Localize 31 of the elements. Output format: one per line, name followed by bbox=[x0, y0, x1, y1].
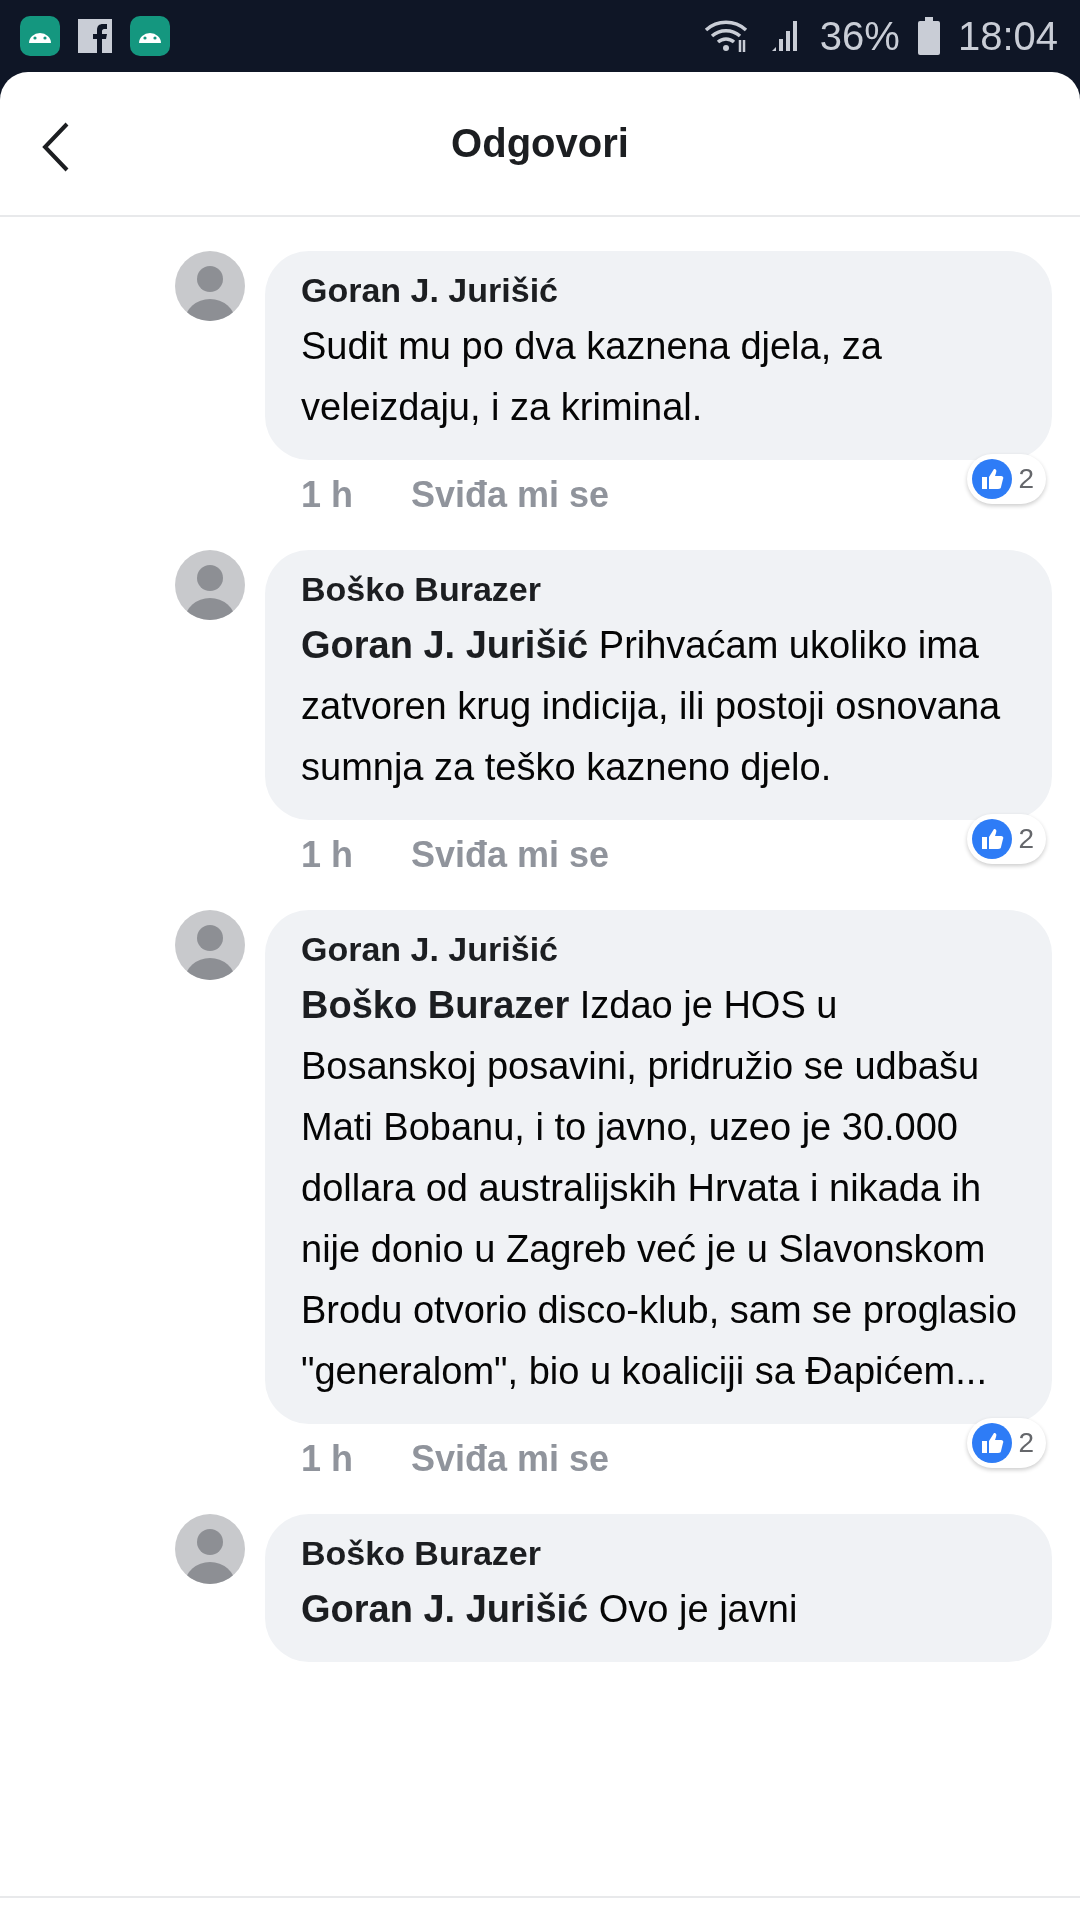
back-icon bbox=[42, 122, 70, 172]
facebook-icon bbox=[78, 19, 112, 53]
author-name[interactable]: Goran J. Jurišić bbox=[301, 930, 1022, 969]
author-name[interactable]: Goran J. Jurišić bbox=[301, 271, 1022, 310]
comment-time: 1 h bbox=[301, 834, 353, 876]
page-title: Odgovori bbox=[451, 121, 629, 166]
comment-time: 1 h bbox=[301, 474, 353, 516]
thumbs-up-icon bbox=[972, 459, 1013, 499]
reaction-badge[interactable]: 2 bbox=[967, 1418, 1046, 1468]
reaction-badge[interactable]: 2 bbox=[967, 814, 1046, 864]
battery-percent: 36% bbox=[819, 13, 900, 59]
comment-text: Boško Burazer Izdao je HOS u Bosanskoj posavini, pridružio se udbašu Mati Bobanu, i to javno, uzeo je 30.000 dollara od australijskih Hrvata i nikada ih nije donio u Zagreb već je u Slavonskom Brodu otvorio disco-klub, sam se proglasio "generalom", bio u koaliciji sa Đapićem... bbox=[301, 983, 1018, 1394]
comment-text: Goran J. Jurišić Prihvaćam ukoliko ima zatvoren krug indicija, ili postoji osnovana sumnja za teško kazneno djelo. bbox=[301, 623, 1002, 790]
like-link[interactable]: Sviđa mi se bbox=[411, 474, 610, 516]
author-name[interactable]: Boško Burazer bbox=[301, 570, 1022, 609]
like-link[interactable]: Sviđa mi se bbox=[411, 834, 610, 876]
thumbs-up-icon bbox=[972, 1423, 1013, 1463]
reaction-count: 2 bbox=[1018, 823, 1034, 855]
comment-text: Goran J. Jurišić Ovo je javni bbox=[301, 1587, 799, 1632]
battery-icon bbox=[917, 17, 940, 55]
comment-time: 1 h bbox=[301, 1438, 353, 1480]
reaction-count: 2 bbox=[1018, 463, 1034, 495]
comment-text: Sudit mu po dva kaznena djela, za veleizdaju, i za kriminal. bbox=[301, 324, 883, 430]
android-app-icon bbox=[20, 16, 60, 56]
author-name[interactable]: Boško Burazer bbox=[301, 1534, 1022, 1573]
android-app-icon bbox=[130, 16, 170, 56]
reaction-badge[interactable]: 2 bbox=[967, 454, 1046, 504]
like-link[interactable]: Sviđa mi se bbox=[411, 1438, 610, 1480]
reaction-count: 2 bbox=[1018, 1427, 1034, 1459]
thumbs-up-icon bbox=[972, 819, 1013, 859]
clock: 18:04 bbox=[957, 13, 1058, 59]
